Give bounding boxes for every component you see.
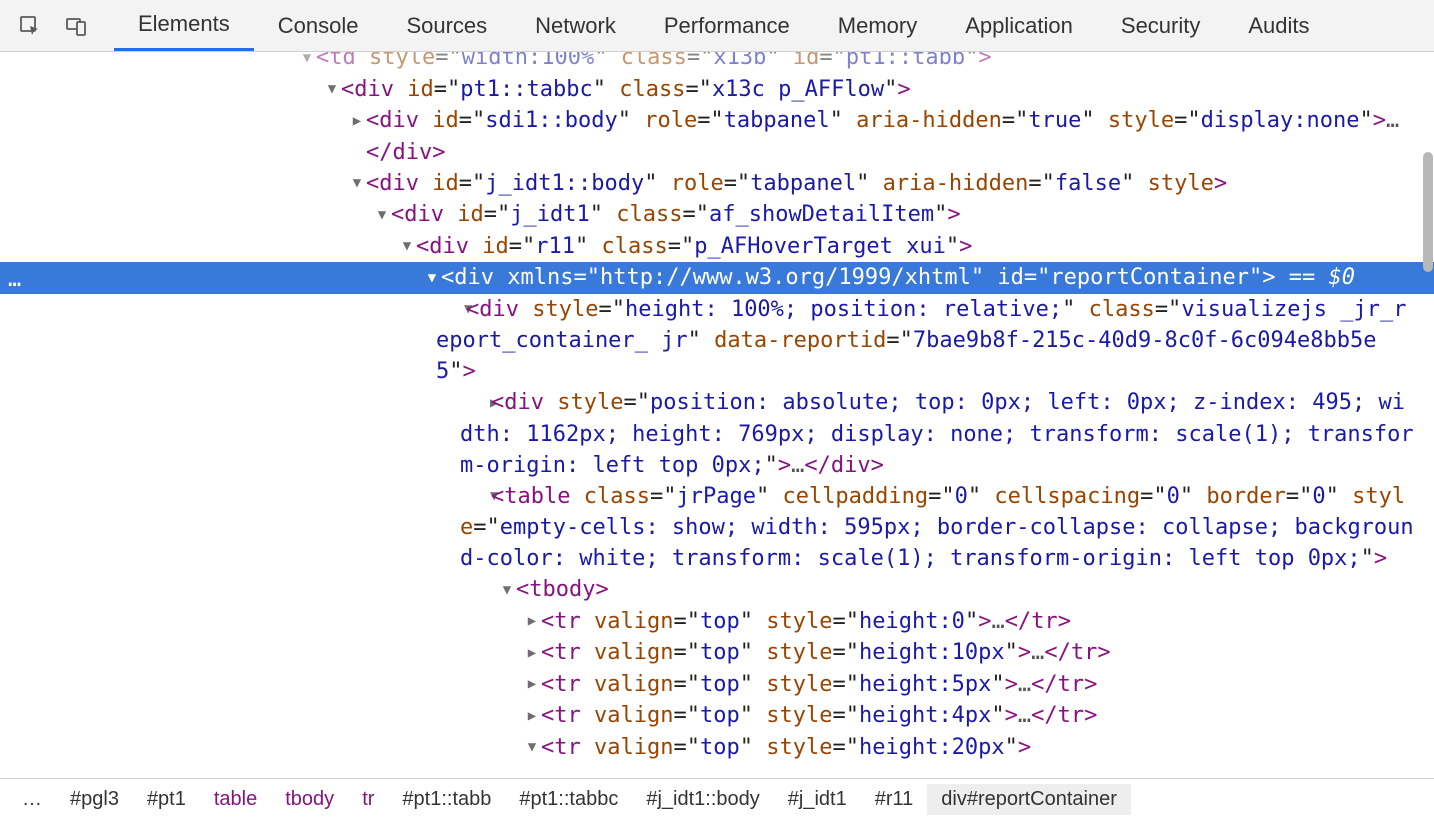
dom-tree-line[interactable]: <tr valign="top" style="height:20px"> bbox=[0, 732, 1434, 764]
dom-tree-line[interactable]: <div id="r11" class="p_AFHoverTarget xui… bbox=[0, 231, 1434, 263]
expand-arrow-icon[interactable] bbox=[525, 732, 539, 763]
expand-arrow-icon[interactable] bbox=[325, 74, 339, 105]
dom-tree-line[interactable]: <div id="j_idt1::body" role="tabpanel" a… bbox=[0, 168, 1434, 200]
breadcrumb-item[interactable]: tr bbox=[348, 784, 388, 815]
tab-sources[interactable]: Sources bbox=[382, 0, 511, 51]
expand-arrow-icon[interactable] bbox=[400, 231, 414, 262]
tab-elements[interactable]: Elements bbox=[114, 0, 254, 51]
dom-tree-line[interactable]: <table class="jrPage" cellpadding="0" ce… bbox=[0, 481, 1434, 575]
expand-arrow-icon[interactable] bbox=[375, 200, 389, 231]
expand-arrow-icon[interactable] bbox=[300, 52, 314, 74]
expand-arrow-icon[interactable] bbox=[350, 168, 364, 199]
dom-tree-line[interactable]: <td style="width:100%" class="x13b" id="… bbox=[0, 52, 1434, 74]
expand-arrow-icon[interactable] bbox=[475, 481, 489, 512]
expand-arrow-icon[interactable] bbox=[425, 263, 439, 294]
tab-application[interactable]: Application bbox=[941, 0, 1097, 51]
collapse-arrow-icon[interactable] bbox=[525, 606, 539, 637]
dom-tree-line[interactable]: <div id="sdi1::body" role="tabpanel" ari… bbox=[0, 105, 1434, 137]
collapse-arrow-icon[interactable] bbox=[475, 388, 489, 419]
tab-security[interactable]: Security bbox=[1097, 0, 1224, 51]
breadcrumb-item[interactable]: table bbox=[200, 784, 271, 815]
dom-breadcrumb: …#pgl3#pt1tabletbodytr#pt1::tabb#pt1::ta… bbox=[0, 778, 1434, 820]
tab-network[interactable]: Network bbox=[511, 0, 640, 51]
dom-tree-line[interactable]: <div style="height: 100%; position: rela… bbox=[0, 294, 1434, 388]
breadcrumb-item[interactable]: #pt1 bbox=[133, 784, 200, 815]
tab-console[interactable]: Console bbox=[254, 0, 383, 51]
inspect-element-icon[interactable] bbox=[10, 6, 50, 46]
breadcrumb-item[interactable]: #j_idt1::body bbox=[632, 784, 773, 815]
dom-tree-line[interactable]: <div id="pt1::tabbc" class="x13c p_AFFlo… bbox=[0, 74, 1434, 106]
scrollbar-thumb[interactable] bbox=[1423, 152, 1433, 272]
dom-tree-line[interactable]: </div> bbox=[0, 137, 1434, 168]
dom-tree-line[interactable]: <div style="position: absolute; top: 0px… bbox=[0, 387, 1434, 481]
dom-tree-line[interactable]: <div id="j_idt1" class="af_showDetailIte… bbox=[0, 199, 1434, 231]
dom-tree-line[interactable]: <tr valign="top" style="height:0">…</tr> bbox=[0, 606, 1434, 638]
device-toggle-icon[interactable] bbox=[56, 6, 96, 46]
expand-arrow-icon[interactable] bbox=[450, 294, 464, 325]
breadcrumb-item[interactable]: #j_idt1 bbox=[774, 784, 861, 815]
collapse-arrow-icon[interactable] bbox=[525, 638, 539, 669]
breadcrumb-item[interactable]: tbody bbox=[271, 784, 348, 815]
devtools-toolbar: ElementsConsoleSourcesNetworkPerformance… bbox=[0, 0, 1434, 52]
dom-tree-line[interactable]: <div xmlns="http://www.w3.org/1999/xhtml… bbox=[0, 262, 1434, 294]
tab-memory[interactable]: Memory bbox=[814, 0, 941, 51]
breadcrumb-item[interactable]: #pt1::tabbc bbox=[505, 784, 632, 815]
devtools-tabs: ElementsConsoleSourcesNetworkPerformance… bbox=[114, 0, 1334, 51]
expand-arrow-icon[interactable] bbox=[500, 575, 514, 606]
scrollbar[interactable] bbox=[1421, 52, 1433, 778]
tab-audits[interactable]: Audits bbox=[1224, 0, 1333, 51]
dom-tree-line[interactable]: <tbody> bbox=[0, 574, 1434, 606]
breadcrumb-item[interactable]: … bbox=[8, 784, 56, 815]
breadcrumb-item[interactable]: #pt1::tabb bbox=[388, 784, 505, 815]
tab-performance[interactable]: Performance bbox=[640, 0, 814, 51]
elements-dom-tree[interactable]: <td style="width:100%" class="x13b" id="… bbox=[0, 52, 1434, 778]
dom-tree-line[interactable]: <tr valign="top" style="height:5px">…</t… bbox=[0, 669, 1434, 701]
collapse-arrow-icon[interactable] bbox=[350, 106, 364, 137]
breadcrumb-item[interactable]: div#reportContainer bbox=[927, 784, 1131, 815]
breadcrumb-item[interactable]: #pgl3 bbox=[56, 784, 133, 815]
breadcrumb-item[interactable]: #r11 bbox=[861, 784, 928, 815]
collapse-arrow-icon[interactable] bbox=[525, 669, 539, 700]
selection-gutter-dots: … bbox=[8, 264, 21, 295]
collapse-arrow-icon[interactable] bbox=[525, 701, 539, 732]
dom-tree-line[interactable]: <tr valign="top" style="height:4px">…</t… bbox=[0, 700, 1434, 732]
dom-tree-line[interactable]: <tr valign="top" style="height:10px">…</… bbox=[0, 637, 1434, 669]
